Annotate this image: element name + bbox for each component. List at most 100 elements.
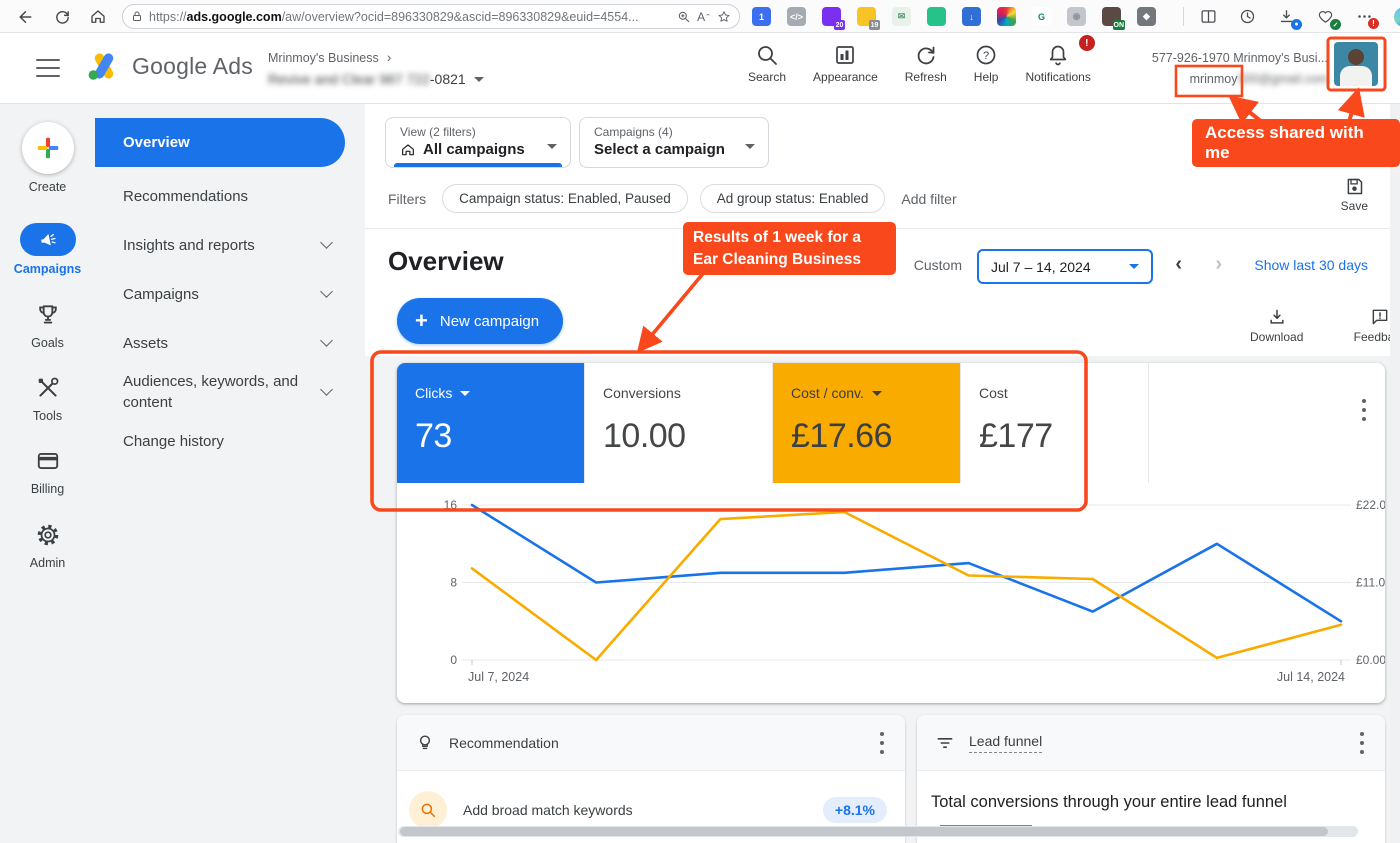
rail-item-create[interactable]: Create (0, 122, 95, 194)
horizontal-scrollbar[interactable] (398, 826, 1358, 837)
breadcrumb: Mrinmoy's Business› (268, 47, 484, 69)
home-icon (400, 142, 416, 158)
downloads-icon[interactable]: ● (1274, 4, 1299, 29)
metric-conversions[interactable]: Conversions 10.00 (585, 363, 773, 483)
svg-text:Jul 14, 2024: Jul 14, 2024 (1277, 670, 1345, 684)
history-icon[interactable] (1235, 4, 1260, 29)
google-ads-logo: Google Ads (86, 51, 253, 81)
zoom-page-icon[interactable] (677, 10, 691, 24)
browser-refresh-icon[interactable] (48, 3, 76, 31)
nav-item-audiences-keywords-content[interactable]: Audiences, keywords, and content (95, 363, 365, 421)
copilot-icon[interactable] (1391, 4, 1400, 29)
overview-chart-card: Clicks 73 Conversions 10.00 Cost / conv.… (397, 363, 1385, 703)
refresh-button[interactable]: Refresh (905, 43, 947, 84)
profile-avatar[interactable] (1334, 42, 1378, 86)
blue-tag-extension-icon[interactable]: 1 (752, 7, 771, 26)
rail-item-campaigns[interactable]: Campaigns (0, 223, 95, 276)
url-text: https://ads.google.com/aw/overview?ocid=… (149, 10, 671, 24)
nav-item-recommendations[interactable]: Recommendations (95, 176, 365, 216)
account-breadcrumb[interactable]: Mrinmoy's Business› Revive and Clear 987… (268, 47, 484, 90)
lead-funnel-menu-icon[interactable] (1353, 732, 1371, 754)
recommendation-item-label: Add broad match keywords (463, 802, 807, 818)
recommendation-item[interactable]: Add broad match keywords +8.1% (397, 771, 905, 829)
campaign-select-value: Select a campaign (594, 141, 725, 158)
color-wheel-extension-icon[interactable] (997, 7, 1016, 26)
split-screen-icon[interactable] (1196, 4, 1221, 29)
show-last-30-days-link[interactable]: Show last 30 days (1254, 257, 1368, 273)
green-bird-extension-icon[interactable] (927, 7, 946, 26)
rail-item-admin[interactable]: Admin (0, 520, 95, 570)
settings-more-icon[interactable]: ! (1352, 4, 1377, 29)
yellow-counter-extension-icon[interactable]: 19 (857, 7, 876, 26)
view-filter-value: All campaigns (423, 141, 525, 158)
date-range-picker[interactable]: Jul 7 – 14, 2024 (977, 249, 1153, 284)
on-toggle-extension-icon[interactable]: ON (1102, 7, 1121, 26)
favorites-star-icon[interactable] (717, 10, 731, 24)
metric-conversions-value: 10.00 (603, 417, 772, 456)
appearance-button[interactable]: Appearance (813, 43, 878, 84)
browser-home-icon[interactable] (84, 3, 112, 31)
metric-cost-per-conv[interactable]: Cost / conv. £17.66 (773, 363, 961, 483)
left-navigation-rail: Create Campaigns Goals Tools Billing (0, 104, 95, 843)
account-email: mrinmoy500@gmail.com (1152, 69, 1328, 90)
metric-cost[interactable]: Cost £177 (961, 363, 1149, 483)
previous-period-button[interactable]: ‹ (1175, 253, 1182, 276)
main-content: View (2 filters) All campaigns Campaigns… (365, 104, 1400, 843)
account-selector: Revive and Clear 987 722-0821 (268, 69, 484, 91)
address-bar[interactable]: https://ads.google.com/aw/overview?ocid=… (122, 4, 740, 29)
series-clicks (472, 505, 1341, 621)
nav-item-insights-reports[interactable]: Insights and reports (95, 225, 365, 265)
rail-item-billing[interactable]: Billing (0, 446, 95, 496)
horizontal-scrollbar-thumb[interactable] (400, 827, 1328, 836)
chevron-down-icon (745, 144, 755, 149)
nav-item-campaigns[interactable]: Campaigns (95, 274, 365, 314)
nav-item-assets[interactable]: Assets (95, 323, 365, 363)
help-button[interactable]: ? Help (974, 43, 999, 84)
search-button[interactable]: Search (748, 43, 786, 84)
immersive-reader-icon[interactable]: A⌃ (697, 10, 711, 24)
chevron-down-icon (474, 77, 484, 82)
svg-text:?: ? (983, 50, 989, 62)
metric-clicks[interactable]: Clicks 73 (397, 363, 585, 483)
recommendation-title: Recommendation (449, 735, 559, 751)
campaign-select-dropdown[interactable]: Campaigns (4) Select a campaign (579, 117, 769, 168)
tools-icon (35, 373, 61, 403)
keyword-search-icon (409, 791, 447, 829)
nav-item-change-history[interactable]: Change history (95, 421, 365, 461)
browser-back-icon[interactable] (10, 3, 38, 31)
code-extension-icon[interactable]: </> (787, 7, 806, 26)
nav-item-overview[interactable]: Overview (95, 118, 345, 167)
chart-card-menu-icon[interactable] (1355, 399, 1373, 421)
new-campaign-button[interactable]: + New campaign (397, 298, 563, 344)
vertical-scrollbar[interactable] (1390, 104, 1400, 843)
on-toggle-badge: ON (1113, 20, 1126, 30)
purple-counter-extension-icon[interactable]: 20 (822, 7, 841, 26)
mail-extension-icon[interactable]: ✉ (892, 7, 911, 26)
rail-item-goals[interactable]: Goals (0, 300, 95, 350)
logo-text: Google Ads (132, 53, 253, 80)
section-navigation: Overview Recommendations Insights and re… (95, 104, 365, 843)
shield-extension-icon[interactable]: ◉ (1067, 7, 1086, 26)
filter-chip-campaign-status[interactable]: Campaign status: Enabled, Paused (442, 184, 688, 213)
blue-download-extension-icon[interactable]: ↓ (962, 7, 981, 26)
lead-funnel-title[interactable]: Lead funnel (969, 733, 1042, 753)
help-icon: ? (974, 43, 998, 67)
save-button[interactable]: Save (1341, 176, 1368, 213)
chevron-down-icon (872, 391, 882, 396)
next-period-button[interactable]: › (1215, 253, 1222, 276)
chevron-down-icon (320, 383, 333, 396)
funnel-icon (935, 733, 955, 753)
filter-chip-adgroup-status[interactable]: Ad group status: Enabled (700, 184, 886, 213)
main-menu-icon[interactable] (36, 59, 60, 77)
notifications-button[interactable]: ! Notifications (1025, 43, 1090, 84)
svg-text:£0.00: £0.00 (1356, 653, 1385, 667)
view-filter-dropdown[interactable]: View (2 filters) All campaigns (385, 117, 571, 168)
recommendation-menu-icon[interactable] (873, 732, 891, 754)
rail-item-tools[interactable]: Tools (0, 373, 95, 423)
browser-essentials-icon[interactable]: ✓ (1313, 4, 1338, 29)
create-plus-icon (22, 122, 74, 174)
grammarly-extension-icon[interactable]: G (1032, 7, 1051, 26)
download-button[interactable]: Download (1250, 307, 1303, 344)
add-filter-button[interactable]: Add filter (901, 191, 956, 207)
puzzle-extension-icon[interactable]: ◆ (1137, 7, 1156, 26)
